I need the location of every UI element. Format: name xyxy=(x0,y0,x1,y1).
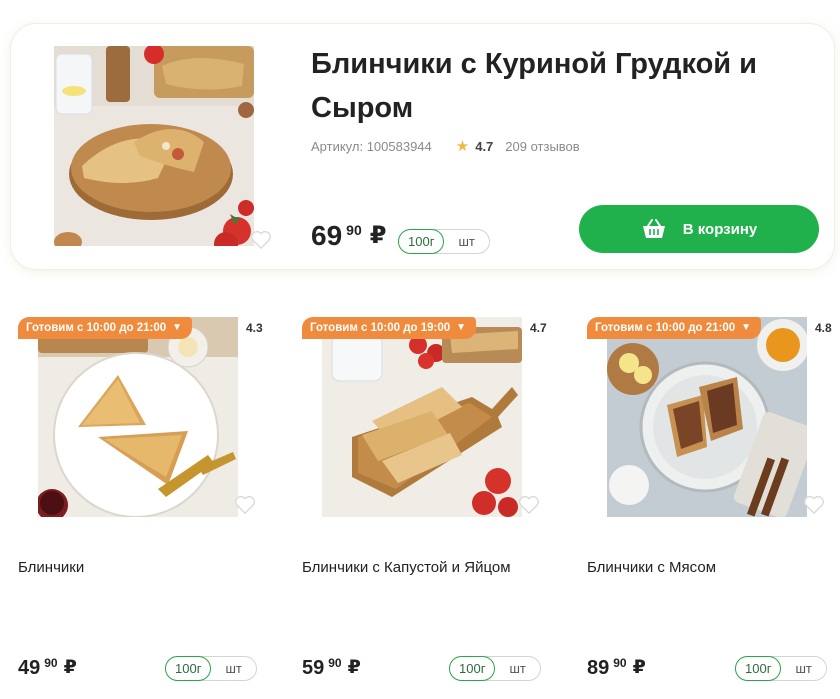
product-price: 49 90 ₽ xyxy=(18,656,77,680)
unit-option-100g[interactable]: 100г xyxy=(449,655,496,681)
unit-toggle: 100г шт xyxy=(449,655,541,681)
product-price: 59 90 ₽ xyxy=(302,656,361,680)
add-to-cart-button[interactable]: В корзину xyxy=(579,205,819,253)
product-card[interactable]: Готовим с 10:00 до 21:00 ▼ 4.8 Блинчики … xyxy=(587,317,840,697)
price-kopecks: 90 xyxy=(328,656,342,670)
heart-icon[interactable] xyxy=(250,230,272,250)
chevron-down-icon: ▼ xyxy=(172,322,183,333)
price-kopecks: 90 xyxy=(44,656,58,670)
price-rubles: 69 xyxy=(311,220,343,251)
product-image[interactable] xyxy=(38,317,238,517)
unit-toggle: 100г шт xyxy=(165,655,257,681)
cooking-hours-badge[interactable]: Готовим с 10:00 до 21:00 ▼ xyxy=(587,317,762,339)
product-name[interactable]: Блинчики с Капустой и Яйцом xyxy=(302,559,511,576)
star-icon: ★ xyxy=(455,138,470,155)
cooking-hours-label: Готовим с 10:00 до 19:00 xyxy=(310,322,451,334)
product-card[interactable]: Готовим с 10:00 до 21:00 ▼ 4.3 Блинчики … xyxy=(18,317,288,697)
cooking-hours-badge[interactable]: Готовим с 10:00 до 21:00 ▼ xyxy=(18,317,193,339)
cooking-hours-label: Готовим с 10:00 до 21:00 xyxy=(595,322,736,334)
unit-option-100g[interactable]: 100г xyxy=(398,228,445,254)
rating-value: 4.3 xyxy=(246,321,263,335)
product-name[interactable]: Блинчики xyxy=(18,559,84,576)
unit-option-100g[interactable]: 100г xyxy=(735,655,782,681)
unit-option-piece[interactable]: шт xyxy=(781,657,825,680)
unit-option-piece[interactable]: шт xyxy=(495,657,539,680)
rating-value: 4.8 xyxy=(815,321,832,335)
unit-toggle: 100г шт xyxy=(735,655,827,681)
article-number: Артикул: 100583944 xyxy=(311,138,432,154)
product-price: 89 90 ₽ xyxy=(587,656,646,680)
price-rubles: 49 xyxy=(18,657,41,679)
heart-icon[interactable] xyxy=(518,495,540,515)
reviews-link[interactable]: 209 отзывов xyxy=(505,139,579,154)
product-name[interactable]: Блинчики с Мясом xyxy=(587,559,716,576)
featured-product-card: Блинчики с Куриной Грудкой и Сыром Артик… xyxy=(10,23,835,270)
chevron-down-icon: ▼ xyxy=(456,322,467,333)
price-rubles: 89 xyxy=(587,657,610,679)
featured-product-image[interactable] xyxy=(54,46,254,246)
product-image[interactable] xyxy=(322,317,522,517)
currency-sign: ₽ xyxy=(369,222,387,249)
rating-value: 4.7 xyxy=(475,138,494,154)
currency-sign: ₽ xyxy=(632,657,646,678)
heart-icon[interactable] xyxy=(803,495,825,515)
cooking-hours-badge[interactable]: Готовим с 10:00 до 19:00 ▼ xyxy=(302,317,477,339)
unit-option-piece[interactable]: шт xyxy=(444,230,488,253)
basket-icon xyxy=(642,219,665,238)
product-image[interactable] xyxy=(607,317,807,517)
cooking-hours-label: Готовим с 10:00 до 21:00 xyxy=(26,322,167,334)
unit-option-100g[interactable]: 100г xyxy=(165,655,212,681)
add-to-cart-label: В корзину xyxy=(682,220,758,238)
product-price: 69 90 ₽ xyxy=(311,220,386,252)
rating-value: 4.7 xyxy=(530,321,547,335)
unit-option-piece[interactable]: шт xyxy=(211,657,255,680)
product-card[interactable]: Готовим с 10:00 до 19:00 ▼ 4.7 Блинчики … xyxy=(302,317,572,697)
heart-icon[interactable] xyxy=(234,495,256,515)
product-meta: Артикул: 100583944 ★ 4.7 209 отзывов xyxy=(311,137,580,155)
product-title: Блинчики с Куриной Грудкой и Сыром xyxy=(311,48,758,124)
currency-sign: ₽ xyxy=(347,657,361,678)
price-rubles: 59 xyxy=(302,657,325,679)
price-kopecks: 90 xyxy=(613,656,627,670)
currency-sign: ₽ xyxy=(63,657,77,678)
chevron-down-icon: ▼ xyxy=(741,322,752,333)
unit-toggle: 100г шт xyxy=(398,228,490,254)
price-kopecks: 90 xyxy=(346,222,362,238)
